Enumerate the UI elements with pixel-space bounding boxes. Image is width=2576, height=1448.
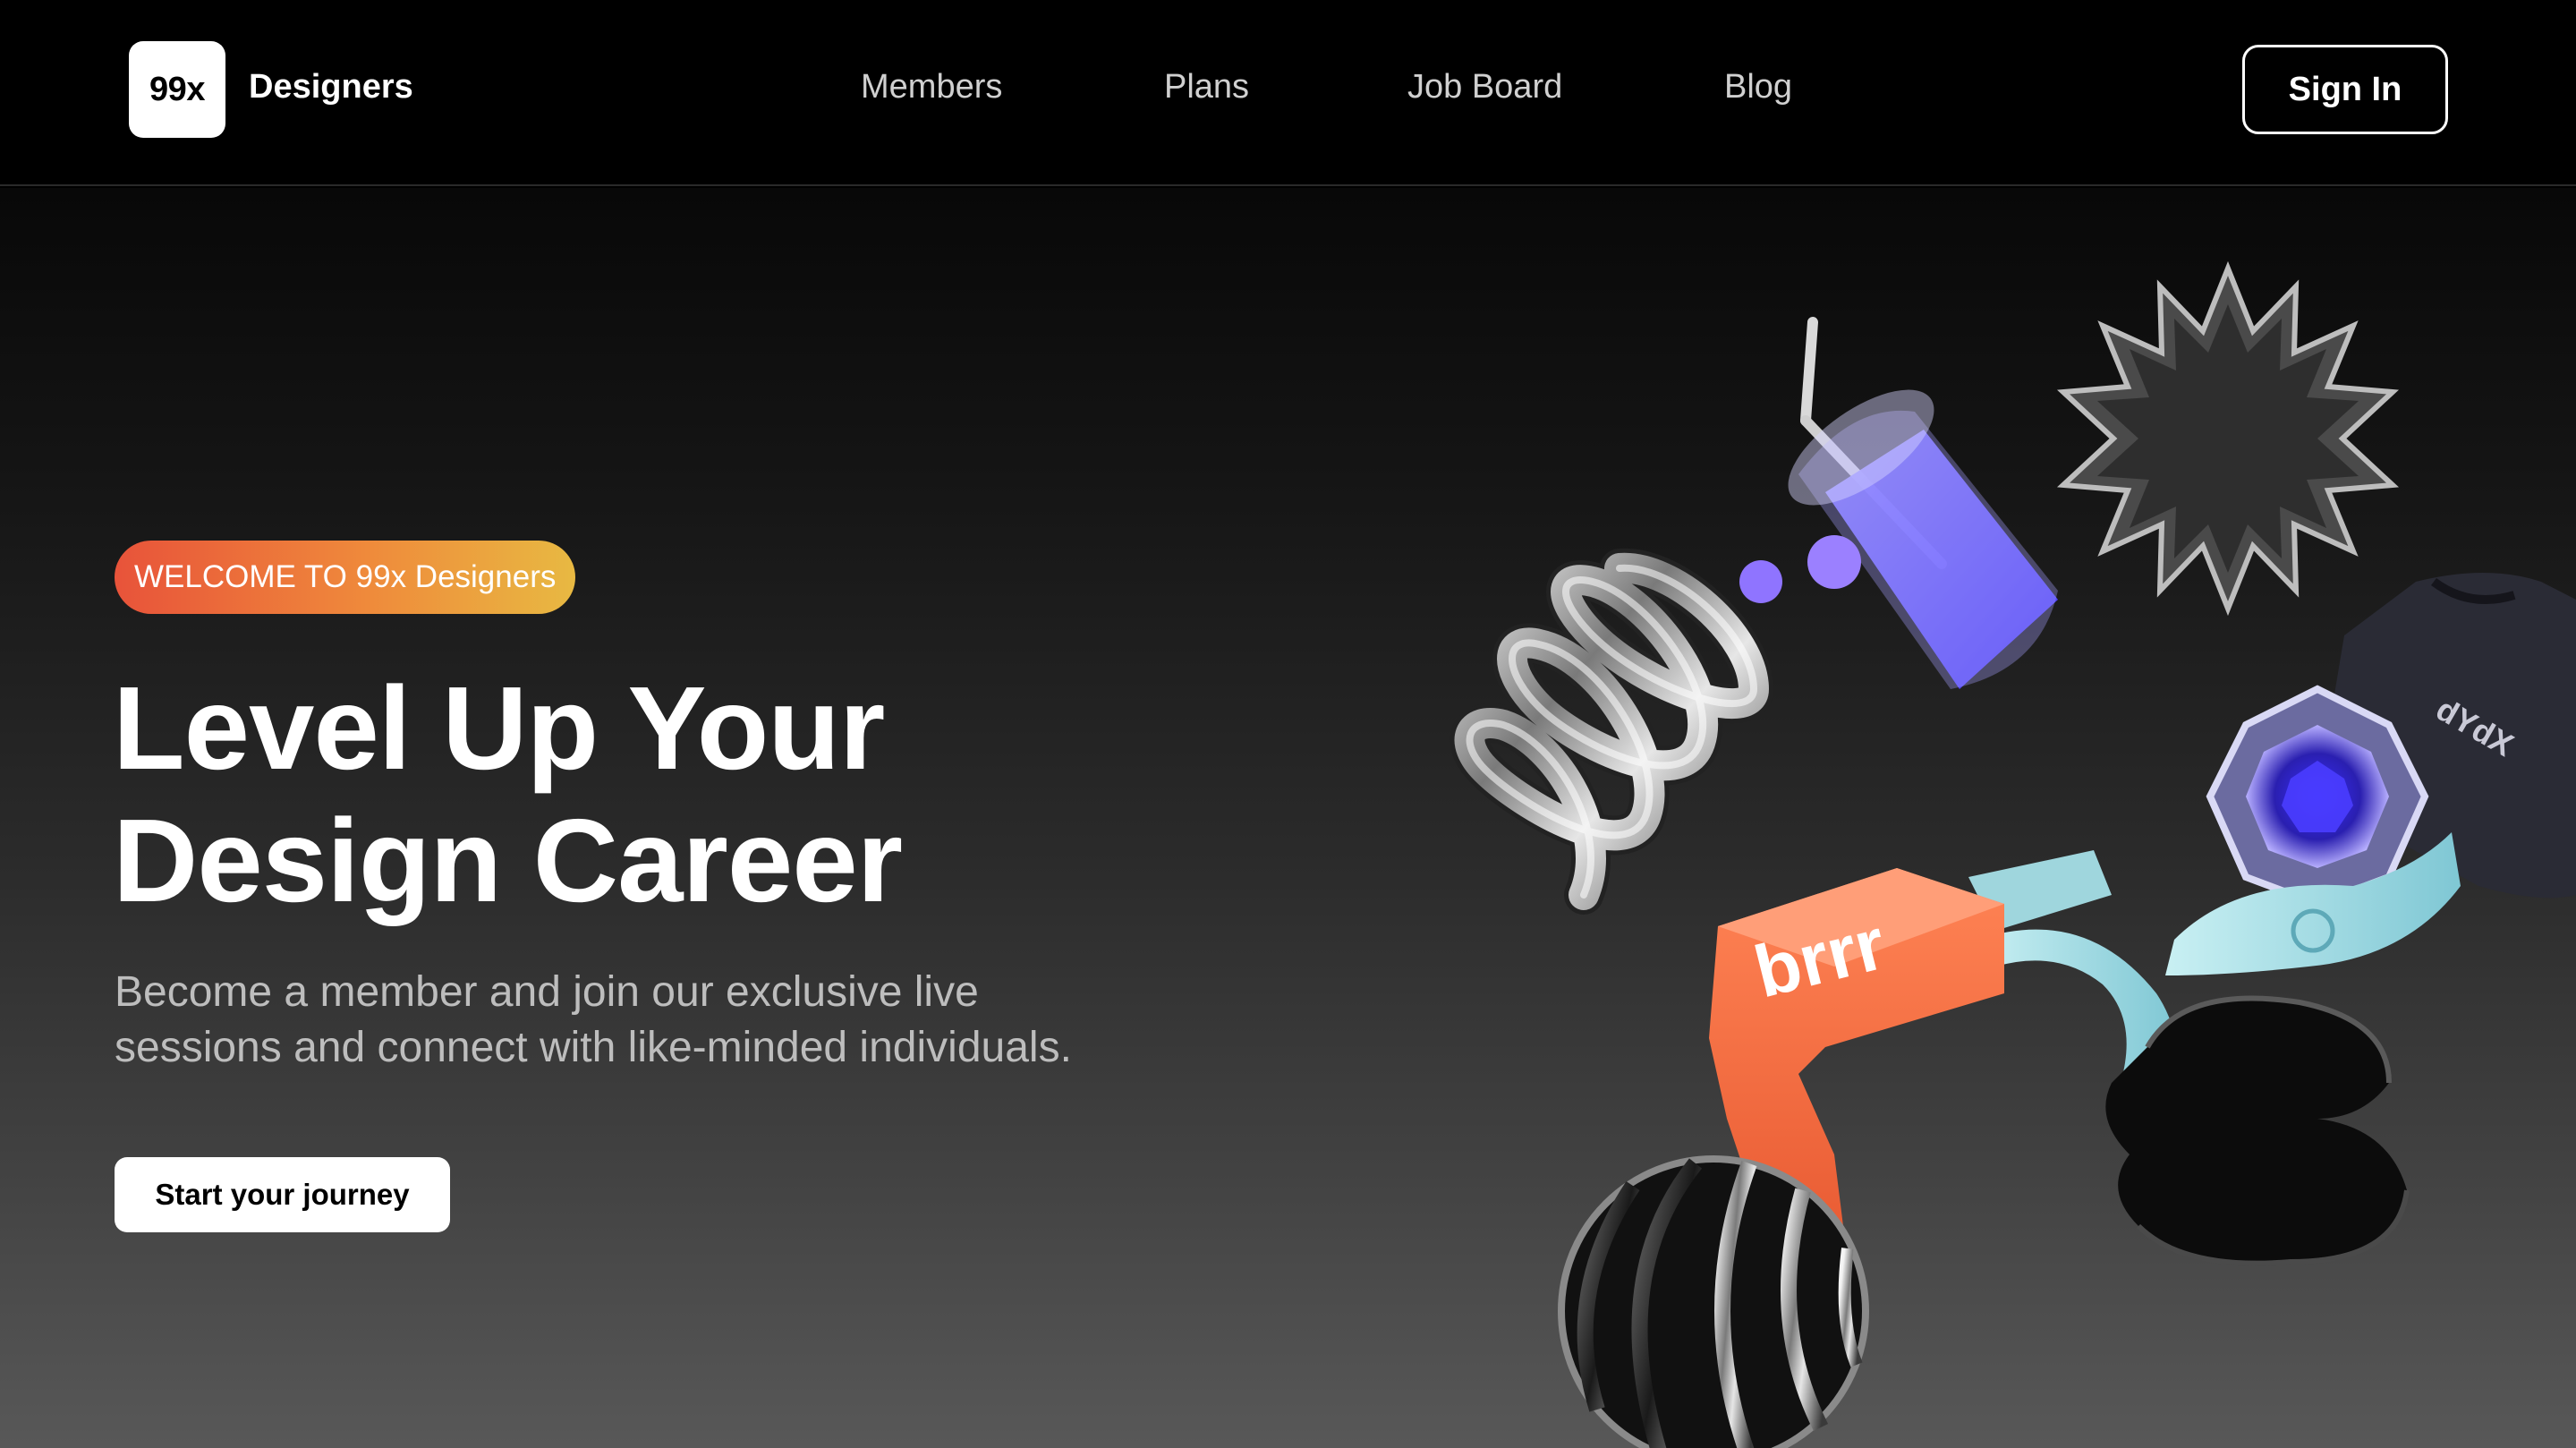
page: 99x Designers Members Plans Job Board Bl… — [0, 0, 2576, 1448]
headline-line-2: Design Career — [113, 795, 903, 926]
subtext-line-1: Become a member and join our exclusive l… — [115, 968, 979, 1016]
subtext-line-2: sessions and connect with like-minded in… — [115, 1024, 1072, 1071]
hero-subtext: Become a member and join our exclusive l… — [115, 965, 1278, 1076]
top-navbar: 99x Designers Members Plans Job Board Bl… — [0, 0, 2576, 186]
nav-link-members[interactable]: Members — [861, 68, 1002, 106]
welcome-badge: WELCOME TO 99x Designers — [115, 541, 576, 614]
hero-section: WELCOME TO 99x Designers Level Up Your D… — [0, 188, 2576, 1448]
logo-mark[interactable]: 99x — [129, 41, 225, 138]
sign-in-button[interactable]: Sign In — [2242, 45, 2448, 134]
nav-link-plans[interactable]: Plans — [1164, 68, 1249, 106]
striped-ball-icon — [1558, 1155, 1869, 1448]
spring-coil-icon — [1450, 548, 1774, 915]
purple-ball-icon — [1739, 560, 1782, 603]
gear-sphere-icon — [2056, 260, 2400, 617]
nav-link-blog[interactable]: Blog — [1724, 68, 1792, 106]
logo-text[interactable]: Designers — [249, 68, 413, 106]
hero-headline: Level Up Your Design Career — [113, 662, 1276, 927]
start-journey-button[interactable]: Start your journey — [115, 1157, 450, 1232]
nav-link-job-board[interactable]: Job Board — [1407, 68, 1562, 106]
cup-with-straw-icon — [1788, 317, 2058, 689]
black-blob-icon — [2105, 995, 2410, 1266]
headline-line-1: Level Up Your — [113, 662, 885, 794]
hero-illustration: dYdX brrr — [1450, 260, 2576, 1448]
